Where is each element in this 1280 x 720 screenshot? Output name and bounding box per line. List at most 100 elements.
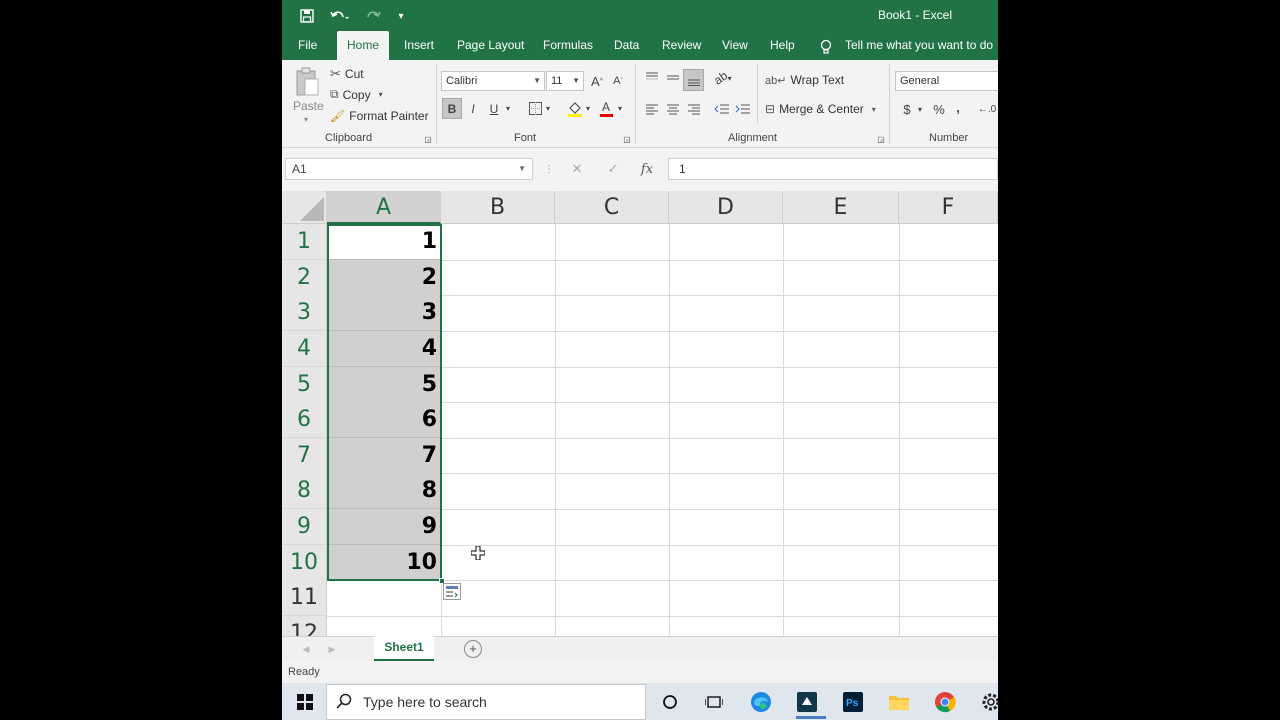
cut-button[interactable]: ✂ Cut	[330, 66, 364, 82]
tab-page-layout[interactable]: Page Layout	[457, 31, 524, 60]
cell-a7[interactable]: 7	[327, 438, 441, 474]
grow-font-icon[interactable]: A ^	[589, 71, 605, 91]
cell-a10[interactable]: 10	[327, 545, 441, 581]
cell-a2[interactable]: 2	[327, 260, 441, 296]
tell-me-search[interactable]: Tell me what you want to do	[845, 31, 993, 60]
comma-button[interactable]: ,	[952, 98, 964, 116]
font-name-combo[interactable]: Calibri ▼	[441, 71, 545, 91]
formula-input[interactable]: 1	[668, 158, 998, 180]
enter-icon[interactable]: ✓	[604, 160, 622, 178]
font-launcher-icon[interactable]: ◲	[622, 134, 632, 144]
tab-view[interactable]: View	[722, 31, 748, 60]
row-header-8[interactable]: 8	[282, 473, 327, 509]
borders-dropdown-icon[interactable]: ▾	[544, 98, 552, 119]
tab-data[interactable]: Data	[614, 31, 639, 60]
task-view-circle-icon[interactable]	[657, 689, 683, 715]
row-header-11[interactable]: 11	[282, 580, 327, 616]
task-view-icon[interactable]	[701, 689, 727, 715]
currency-dropdown-icon[interactable]: ▾	[915, 100, 925, 118]
underline-dropdown-icon[interactable]: ▾	[504, 98, 512, 119]
row-header-9[interactable]: 9	[282, 509, 327, 545]
row-header-2[interactable]: 2	[282, 260, 327, 296]
cell-a6[interactable]: 6	[327, 402, 441, 438]
align-left-icon[interactable]	[643, 100, 661, 118]
orientation-icon[interactable]: ab ▾	[712, 68, 734, 87]
name-box[interactable]: A1 ▼	[285, 158, 533, 180]
app-icon[interactable]	[794, 689, 820, 715]
format-painter-button[interactable]: 🖌 Format Painter	[330, 109, 429, 123]
row-header-5[interactable]: 5	[282, 367, 327, 403]
redo-icon[interactable]	[360, 6, 388, 26]
bottom-align-icon[interactable]	[683, 69, 704, 91]
alignment-launcher-icon[interactable]: ◲	[876, 134, 886, 144]
wrap-text-button[interactable]: ab↵ Wrap Text	[765, 73, 844, 87]
percent-button[interactable]: %	[931, 100, 947, 118]
paste-icon[interactable]	[294, 66, 320, 98]
undo-icon[interactable]	[326, 6, 352, 26]
clipboard-launcher-icon[interactable]: ◲	[423, 134, 433, 144]
insert-function-icon[interactable]: fx	[638, 160, 656, 178]
bold-button[interactable]: B	[442, 98, 462, 119]
column-header-a[interactable]: A	[327, 191, 441, 224]
row-header-10[interactable]: 10	[282, 545, 327, 581]
row-header-4[interactable]: 4	[282, 331, 327, 367]
file-explorer-icon[interactable]	[886, 689, 912, 715]
cell-a5[interactable]: 5	[327, 367, 441, 403]
middle-align-icon[interactable]	[664, 69, 682, 87]
save-icon[interactable]	[298, 6, 316, 26]
select-all-corner[interactable]	[282, 191, 327, 224]
paste-button[interactable]: Paste	[293, 99, 324, 113]
underline-button[interactable]: U	[486, 98, 502, 119]
italic-button[interactable]: I	[465, 98, 481, 119]
decrease-indent-icon[interactable]	[713, 100, 731, 118]
font-size-combo[interactable]: 11 ▼	[546, 71, 584, 91]
sheet-tab-sheet1[interactable]: Sheet1	[374, 636, 434, 661]
scroll-right-icon[interactable]: ▶	[326, 641, 338, 657]
row-header-7[interactable]: 7	[282, 438, 327, 474]
row-header-12[interactable]: 12	[282, 616, 327, 636]
top-align-icon[interactable]	[643, 69, 661, 87]
cell-a3[interactable]: 3	[327, 295, 441, 331]
increase-indent-icon[interactable]	[734, 100, 752, 118]
font-color-dropdown-icon[interactable]: ▾	[616, 98, 624, 119]
tab-review[interactable]: Review	[662, 31, 701, 60]
quick-analysis-icon[interactable]	[443, 583, 461, 600]
currency-button[interactable]: $	[901, 100, 913, 118]
settings-gear-icon[interactable]	[978, 689, 998, 715]
tab-formulas[interactable]: Formulas	[543, 31, 593, 60]
fill-color-dropdown-icon[interactable]: ▾	[584, 98, 592, 119]
cell-a8[interactable]: 8	[327, 473, 441, 509]
photoshop-icon[interactable]: Ps	[840, 689, 866, 715]
tab-help[interactable]: Help	[770, 31, 795, 60]
cancel-icon[interactable]: ✕	[568, 160, 586, 178]
column-header-d[interactable]: D	[669, 191, 783, 224]
shrink-font-icon[interactable]: Aˇ	[610, 71, 626, 91]
column-header-b[interactable]: B	[441, 191, 555, 224]
add-sheet-button[interactable]: +	[464, 640, 482, 658]
cell-a9[interactable]: 9	[327, 509, 441, 545]
tab-home[interactable]: Home	[337, 31, 390, 60]
borders-icon[interactable]	[526, 98, 544, 119]
align-center-icon[interactable]	[664, 100, 682, 118]
scroll-left-icon[interactable]: ◀	[300, 641, 312, 657]
increase-decimal-icon[interactable]: ←.0	[976, 100, 998, 118]
column-header-c[interactable]: C	[555, 191, 669, 224]
chrome-icon[interactable]	[932, 689, 958, 715]
tab-file[interactable]: File	[298, 31, 317, 60]
row-header-6[interactable]: 6	[282, 402, 327, 438]
resize-handle-icon[interactable]: ⋮	[544, 160, 554, 178]
edge-browser-icon[interactable]	[748, 689, 774, 715]
font-color-icon[interactable]: A	[598, 98, 614, 119]
cell-a4[interactable]: 4	[327, 331, 441, 367]
fill-color-icon[interactable]	[566, 98, 584, 119]
number-format-combo[interactable]: General	[895, 71, 998, 91]
tab-insert[interactable]: Insert	[404, 31, 434, 60]
merge-center-button[interactable]: ⊟ Merge & Center ▾	[765, 102, 876, 116]
column-header-f[interactable]: F	[899, 191, 998, 224]
taskbar-search-box[interactable]: Type here to search	[326, 684, 646, 720]
windows-start-icon[interactable]	[292, 689, 318, 715]
copy-button[interactable]: ⧉ Copy ▾	[330, 87, 383, 102]
cell-a1[interactable]: 1	[327, 224, 441, 260]
column-header-e[interactable]: E	[783, 191, 899, 224]
align-right-icon[interactable]	[685, 100, 703, 118]
